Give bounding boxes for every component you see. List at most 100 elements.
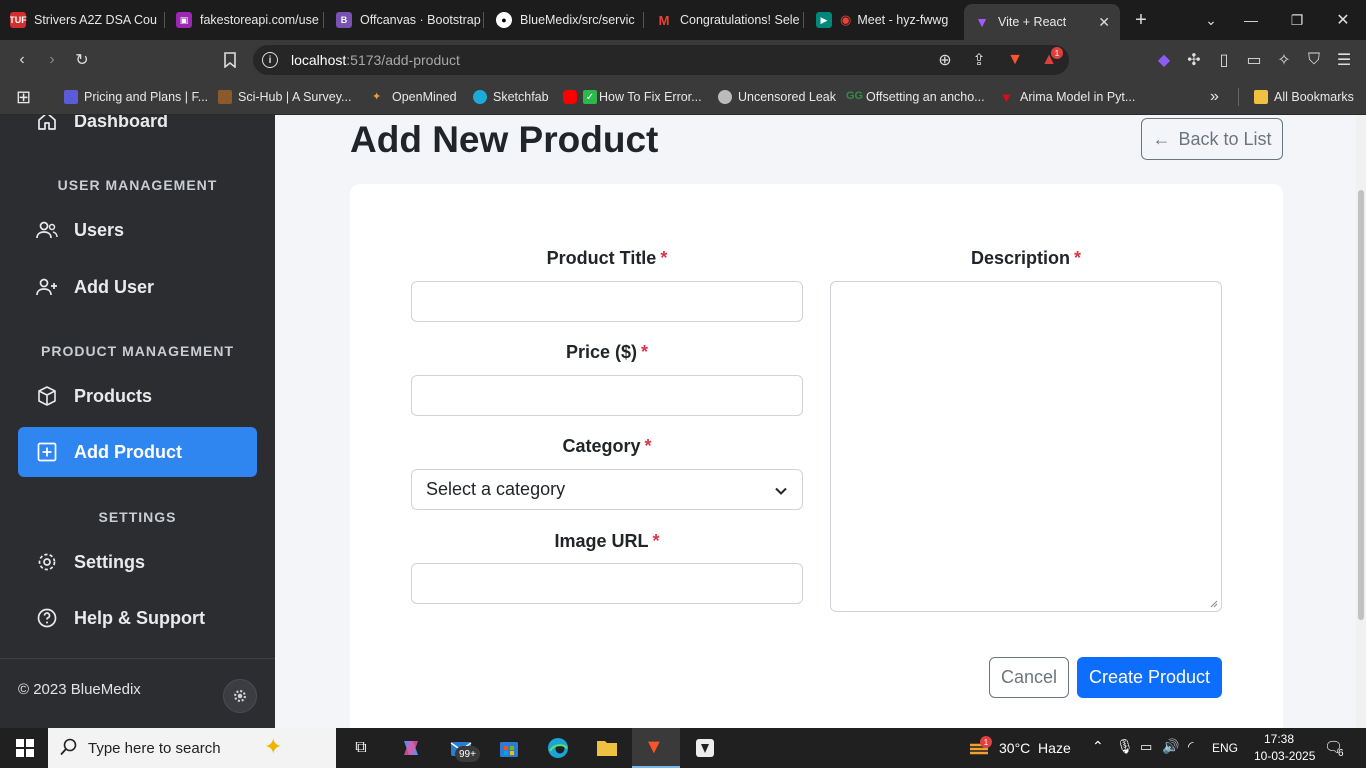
- forward-icon[interactable]: ›: [40, 48, 64, 72]
- bookmark-favicon: [218, 90, 232, 104]
- sidebar-item-add-product[interactable]: Add Product: [18, 427, 257, 477]
- wallet-icon[interactable]: ▭: [1242, 48, 1266, 72]
- weather-text[interactable]: 30°C Haze: [999, 740, 1071, 756]
- taskbar-search[interactable]: Type here to search ✦: [48, 728, 336, 768]
- rewards-badge: 1: [1051, 47, 1063, 59]
- close-tab-icon[interactable]: ✕: [1098, 14, 1110, 31]
- product-form-card: Product Title * Price ($) * Category * Sele…: [350, 184, 1283, 728]
- menu-icon[interactable]: ☰: [1332, 48, 1356, 72]
- bookmark-scihub[interactable]: Sci-Hub | A Survey...: [218, 88, 351, 106]
- tab-fakestore[interactable]: ▣ fakestoreapi.com/use: [176, 6, 324, 34]
- tab-strivers[interactable]: TUF Strivers A2Z DSA Cou: [10, 6, 165, 34]
- address-bar[interactable]: i localhost:5173/add-product ⊕ ⇪ ▼ ▲ 1: [253, 45, 1069, 75]
- tab-separator: [323, 12, 324, 28]
- site-info-icon[interactable]: i: [262, 52, 278, 68]
- help-icon: [36, 607, 58, 629]
- zoom-icon[interactable]: ⊕: [933, 48, 957, 72]
- resize-grip-icon[interactable]: [1210, 600, 1218, 608]
- cancel-button[interactable]: Cancel: [989, 657, 1069, 698]
- extensions-icon[interactable]: ✣: [1182, 48, 1206, 72]
- sidebar-item-settings[interactable]: Settings: [18, 537, 257, 587]
- clock-date[interactable]: 10-03-2025: [1254, 749, 1315, 763]
- sidebar-toggle-icon[interactable]: ▯: [1212, 48, 1236, 72]
- sidebar-item-help[interactable]: Help & Support: [18, 593, 257, 643]
- volume-icon[interactable]: 🔊: [1162, 738, 1179, 755]
- file-explorer-icon[interactable]: [594, 735, 620, 761]
- restore-icon[interactable]: ❐: [1274, 0, 1320, 40]
- bootstrap-icon: B: [336, 12, 352, 28]
- add-user-icon: [36, 276, 58, 298]
- apps-grid-icon[interactable]: ⊞: [16, 87, 31, 107]
- gfg-icon: GG: [846, 90, 864, 102]
- battery-icon[interactable]: ▭: [1140, 739, 1152, 755]
- sidebar: Dashboard USER MANAGEMENT Users Add User…: [0, 115, 275, 728]
- sidebar-item-users[interactable]: Users: [18, 205, 257, 255]
- microphone-icon[interactable]: 🎙: [1116, 738, 1134, 755]
- sidebar-item-add-user[interactable]: Add User: [18, 262, 257, 312]
- close-window-icon[interactable]: ✕: [1320, 0, 1366, 40]
- create-product-button[interactable]: Create Product: [1077, 657, 1222, 698]
- scrollbar-thumb[interactable]: [1358, 190, 1364, 620]
- brave-shields-icon[interactable]: ▼: [1003, 48, 1027, 72]
- wifi-icon[interactable]: ◜: [1188, 738, 1193, 755]
- tab-separator: [483, 12, 484, 28]
- sidebar-item-products[interactable]: Products: [18, 371, 257, 421]
- task-view-icon[interactable]: ⧉: [348, 735, 374, 761]
- openmined-icon: ✦: [372, 91, 382, 103]
- home-icon: [36, 115, 58, 132]
- language-indicator[interactable]: ENG: [1212, 741, 1238, 755]
- bookmark-geeksforgeeks[interactable]: GG Offsetting an ancho...: [846, 88, 985, 106]
- terminal-app-icon[interactable]: [692, 735, 718, 761]
- sidebar-item-dashboard[interactable]: Dashboard: [18, 115, 257, 146]
- bookmark-sketchfab[interactable]: Sketchfab: [473, 88, 549, 106]
- back-icon[interactable]: ‹: [10, 48, 34, 72]
- chevron-up-icon[interactable]: ⌃: [1092, 738, 1104, 755]
- vpn-shield-icon[interactable]: ⛉: [1302, 48, 1326, 72]
- product-title-input[interactable]: [411, 281, 803, 322]
- category-select[interactable]: Select a category: [411, 469, 803, 510]
- bookmark-openmined[interactable]: ✦ OpenMined: [372, 88, 457, 106]
- all-bookmarks[interactable]: All Bookmarks: [1254, 88, 1354, 106]
- description-textarea[interactable]: [830, 281, 1222, 612]
- clock-time[interactable]: 17:38: [1264, 732, 1294, 746]
- ai-sparkle-icon[interactable]: ✧: [1272, 48, 1296, 72]
- theme-settings-button[interactable]: [223, 679, 257, 713]
- tab-bootstrap[interactable]: B Offcanvas · Bootstrap: [336, 6, 484, 34]
- github-icon: ●: [496, 12, 512, 28]
- bookmark-pricing[interactable]: Pricing and Plans | F...: [64, 88, 208, 106]
- more-bookmarks-icon[interactable]: »: [1210, 88, 1219, 106]
- bookmark-icon[interactable]: [218, 48, 242, 72]
- page-title: Add New Product: [350, 119, 659, 160]
- globe-icon: [718, 90, 732, 104]
- tab-gmail[interactable]: M Congratulations! Sele: [656, 6, 804, 34]
- tab-separator: [803, 12, 804, 28]
- minimize-icon[interactable]: —: [1228, 0, 1274, 40]
- tab-github[interactable]: ● BlueMedix/src/servic: [496, 6, 644, 34]
- bookmark-uncensored[interactable]: Uncensored Leak: [718, 88, 836, 106]
- brave-taskbar-button[interactable]: ▼: [632, 728, 680, 768]
- back-to-list-button[interactable]: ← Back to List: [1141, 118, 1283, 160]
- plus-square-icon: [36, 441, 58, 463]
- page-scrollbar[interactable]: [1356, 115, 1366, 728]
- arima-icon: ▼: [1000, 90, 1013, 105]
- image-url-input[interactable]: [411, 563, 803, 604]
- mail-badge: 99+: [455, 746, 480, 762]
- windows-start-icon[interactable]: [12, 735, 38, 761]
- leo-ai-icon[interactable]: ◆: [1152, 48, 1176, 72]
- store-icon[interactable]: [496, 735, 522, 761]
- new-tab-button[interactable]: +: [1118, 0, 1164, 40]
- bookmark-youtube[interactable]: ✓ How To Fix Error...: [563, 88, 702, 106]
- edge-icon[interactable]: [545, 735, 571, 761]
- reload-icon[interactable]: ↻: [70, 48, 94, 72]
- price-label: Price ($) *: [565, 342, 649, 362]
- section-user-management: USER MANAGEMENT: [57, 177, 218, 193]
- section-product-management: PRODUCT MANAGEMENT: [41, 343, 234, 359]
- share-icon[interactable]: ⇪: [967, 48, 991, 72]
- url-text[interactable]: localhost:5173/add-product: [291, 52, 460, 68]
- bookmark-arima[interactable]: ▼ Arima Model in Pyt...: [1000, 88, 1135, 106]
- copyright-text: © 2023 BlueMedix: [18, 681, 141, 698]
- copilot-icon[interactable]: [398, 735, 424, 761]
- tab-meet[interactable]: ▶ ◉ Meet - hyz-fwwg: [816, 6, 956, 34]
- price-input[interactable]: [411, 375, 803, 416]
- tab-vite-react[interactable]: ▼ Vite + React ✕: [964, 4, 1120, 40]
